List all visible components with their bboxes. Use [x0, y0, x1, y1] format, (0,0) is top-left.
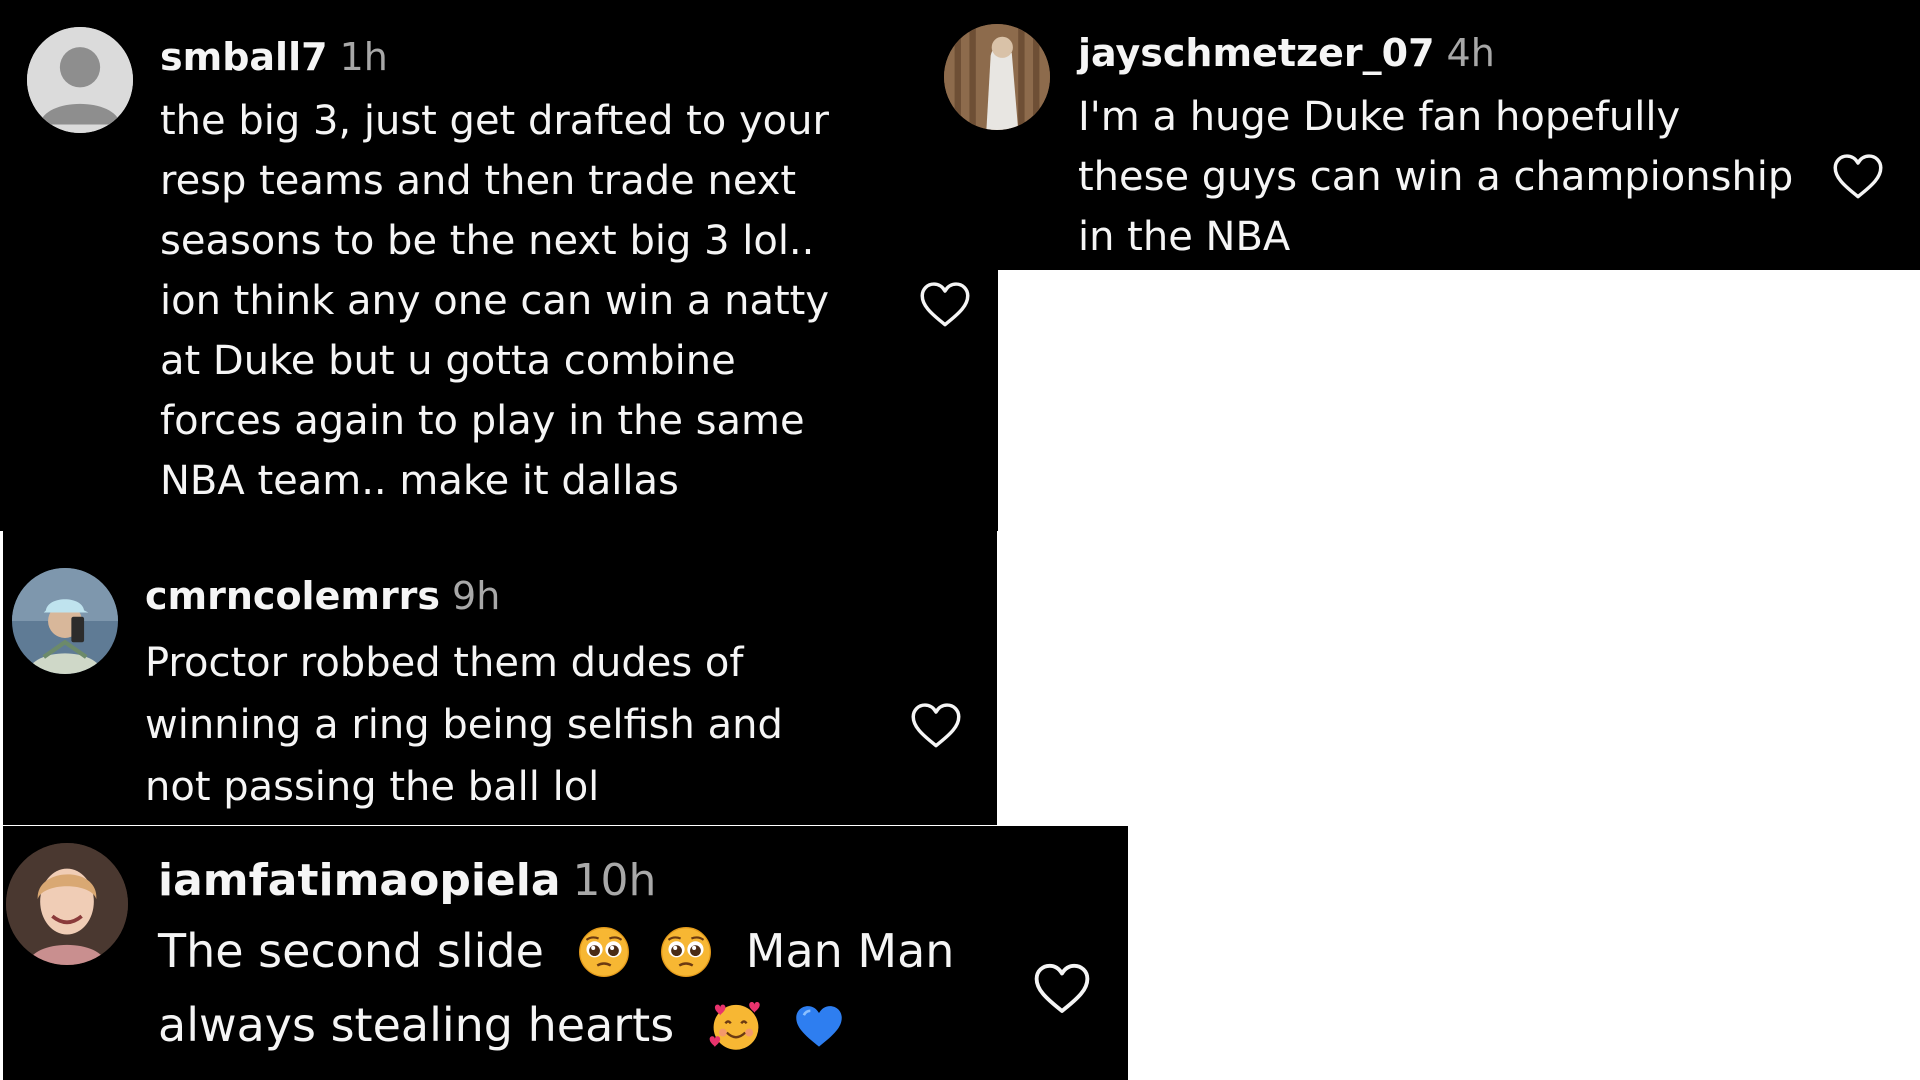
comment-line-2: always stealing hearts	[158, 988, 954, 1062]
comment-iamfatimaopiela: iamfatimaopiela 10h The second slide Man…	[3, 826, 1128, 1080]
photo-avatar	[6, 843, 128, 965]
like-heart-icon[interactable]	[1033, 961, 1091, 1015]
comment-jayschmetzer_07: jayschmetzer_07 4h I'm a huge Duke fan ho…	[926, 0, 1920, 270]
photo-avatar	[944, 24, 1050, 130]
comment-smball7: smball7 1h the big 3, just get drafted to…	[0, 0, 998, 531]
default-avatar-icon	[27, 27, 133, 133]
username[interactable]: jayschmetzer_07	[1078, 31, 1435, 75]
username[interactable]: smball7	[160, 35, 328, 79]
username[interactable]: cmrncolemrrs	[145, 574, 440, 618]
blue-heart-emoji	[793, 1002, 845, 1050]
avatar[interactable]	[6, 843, 128, 965]
photo-avatar	[12, 568, 118, 674]
smiling-face-with-hearts-emoji	[707, 999, 765, 1053]
avatar[interactable]	[27, 27, 133, 133]
comment-cmrncolemrrs: cmrncolemrrs 9h Proctor robbed them dudes…	[3, 531, 997, 825]
pleading-face-emoji	[577, 925, 631, 979]
timestamp: 4h	[1446, 31, 1495, 75]
comment-text-part: always stealing hearts	[158, 998, 675, 1052]
pleading-face-emoji	[659, 925, 713, 979]
timestamp: 1h	[339, 35, 388, 79]
comment-text-part: Man Man	[745, 924, 955, 978]
username[interactable]: iamfatimaopiela	[158, 855, 561, 906]
timestamp: 9h	[452, 574, 501, 618]
comment-text: The second slide Man Man always stealing…	[158, 914, 954, 1062]
comment-text: the big 3, just get drafted to your resp…	[160, 98, 830, 504]
like-heart-icon[interactable]	[1832, 152, 1884, 200]
comment-text-part: The second slide	[158, 924, 544, 978]
comment-text: Proctor robbed them dudes of winning a r…	[145, 640, 783, 810]
like-heart-icon[interactable]	[919, 280, 971, 328]
comment-line-1: The second slide Man Man	[158, 914, 954, 988]
timestamp: 10h	[572, 855, 657, 906]
avatar[interactable]	[944, 24, 1050, 130]
comment-text: I'm a huge Duke fan hopefully these guys…	[1078, 94, 1794, 260]
like-heart-icon[interactable]	[910, 701, 962, 749]
avatar[interactable]	[12, 568, 118, 674]
